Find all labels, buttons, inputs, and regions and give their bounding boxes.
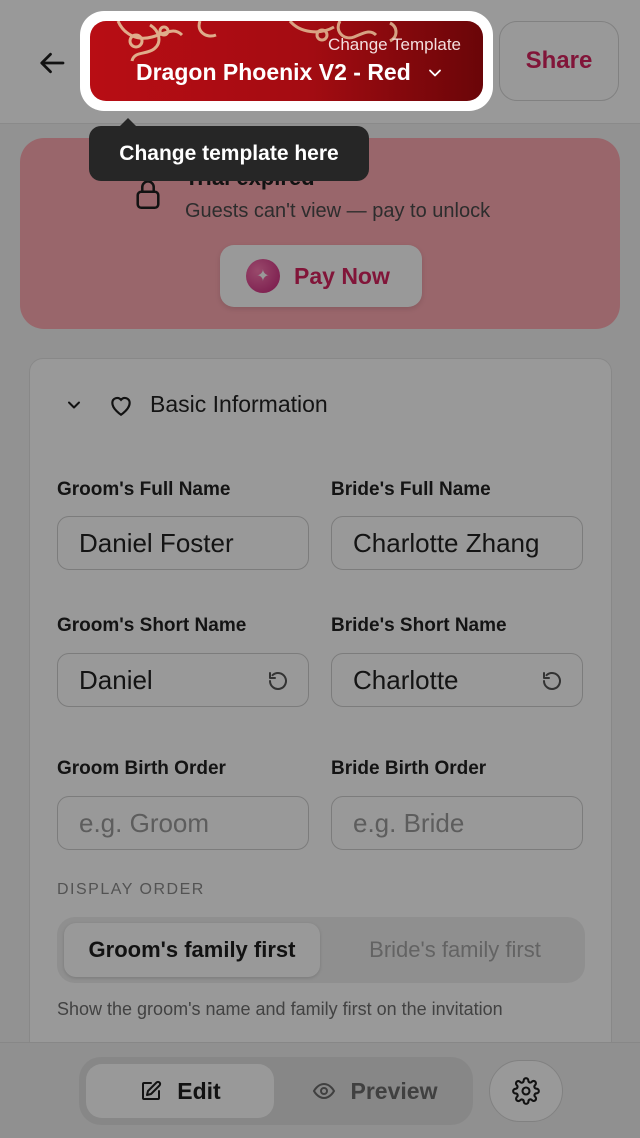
chevron-down-icon [428,69,441,76]
template-name-text: Dragon Phoenix V2 - Red [136,59,411,85]
change-template-button[interactable]: Change Template Dragon Phoenix V2 - Red [90,21,483,101]
change-template-tooltip: Change template here [89,118,369,181]
template-name: Dragon Phoenix V2 - Red [136,59,445,86]
change-template-hint: Change Template [328,35,461,54]
tooltip-text: Change template here [119,141,339,165]
